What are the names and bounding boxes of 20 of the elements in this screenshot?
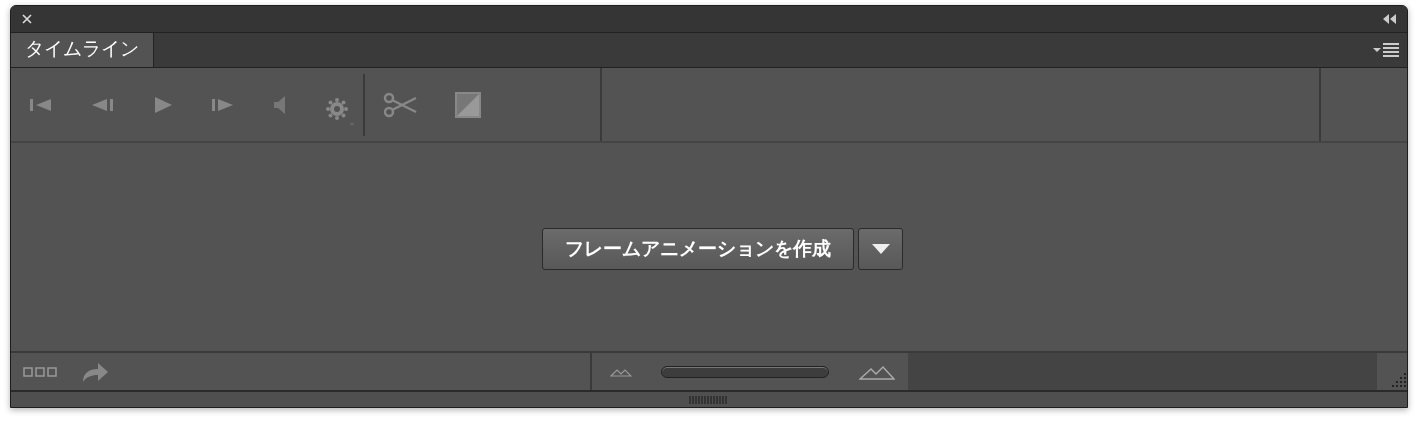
play-icon[interactable] (153, 95, 173, 114)
close-icon[interactable] (21, 13, 33, 25)
previous-frame-icon[interactable] (91, 96, 115, 113)
panel-menu-icon[interactable] (1373, 42, 1401, 58)
collapse-icon[interactable] (1383, 14, 1397, 24)
settings-icon[interactable] (325, 96, 355, 127)
resize-grip-icon[interactable] (1389, 372, 1407, 388)
transition-icon[interactable] (455, 91, 481, 118)
panel-tab[interactable]: タイムライン (11, 33, 154, 67)
zoom-in-mountain-icon[interactable] (858, 363, 895, 380)
dropdown-button[interactable] (858, 228, 903, 270)
next-frame-icon[interactable] (211, 96, 235, 113)
first-frame-icon[interactable] (29, 96, 53, 113)
frames-icon[interactable] (23, 366, 57, 377)
scissors-icon[interactable] (383, 91, 417, 118)
caret-icon (871, 244, 890, 254)
speaker-icon[interactable] (273, 94, 287, 115)
convert-arrow-icon[interactable] (81, 360, 109, 383)
drag-handle-icon[interactable] (689, 395, 729, 404)
create-frame-animation-button[interactable]: フレームアニメーションを作成 (542, 228, 854, 270)
